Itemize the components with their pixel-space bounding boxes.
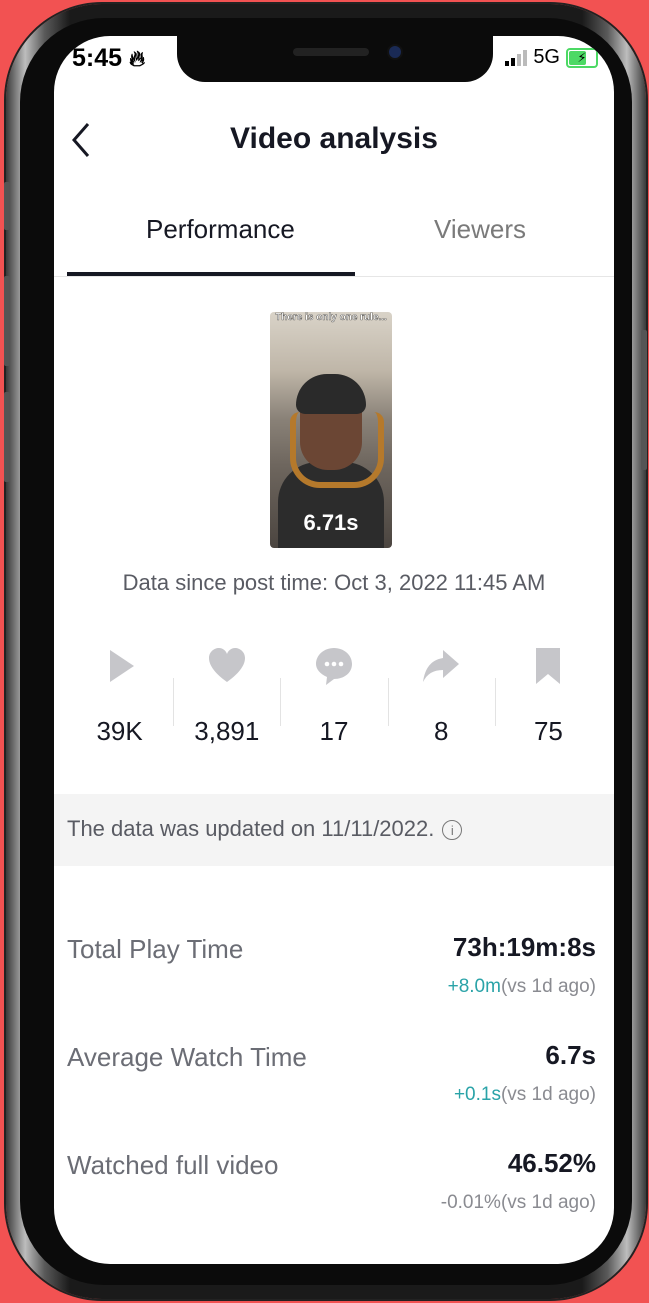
metric-watched-full-video: Watched full video 46.52% -0.01%(vs 1d a…	[67, 1142, 596, 1242]
stat-value: 39K	[96, 716, 143, 746]
stat-views: 39K	[66, 642, 173, 762]
status-indicators: 5G ⚡︎	[505, 46, 598, 69]
metric-value: 73h:19m:8s	[452, 932, 596, 962]
video-thumbnail[interactable]: There is only one rule... 6.71s	[270, 312, 392, 548]
thumbnail-person-hat	[296, 374, 366, 414]
metric-value: 6.7s	[545, 1040, 596, 1070]
network-label: 5G	[533, 46, 560, 68]
stat-saves: 75	[494, 642, 602, 762]
tab-viewers[interactable]: Viewers	[434, 214, 526, 245]
heart-icon	[208, 648, 245, 682]
volume-down-button	[4, 392, 10, 482]
stat-value: 17	[319, 716, 349, 746]
engagement-stats: 39K 3,891 17 8 75	[66, 642, 602, 762]
video-duration: 6.71s	[303, 510, 359, 535]
active-tab-indicator	[67, 272, 355, 276]
battery-icon: ⚡︎	[566, 47, 598, 68]
play-icon	[109, 650, 134, 682]
camera-icon	[389, 46, 401, 58]
notice-text: The data was updated on 11/11/2022.	[67, 816, 435, 841]
data-since-text: Data since post time: Oct 3, 2022 11:45 …	[122, 570, 546, 595]
share-icon	[423, 650, 460, 682]
tab-bar: Performance Viewers	[54, 206, 614, 277]
data-update-notice: The data was updated on 11/11/2022. i	[54, 794, 614, 866]
header: Video analysis	[54, 116, 614, 164]
metric-label: Average Watch Time	[67, 1042, 307, 1072]
metric-total-play-time: Total Play Time 73h:19m:8s +8.0m(vs 1d a…	[67, 926, 596, 1026]
metric-delta: -0.01%(vs 1d ago)	[440, 1192, 596, 1213]
stat-value: 75	[533, 716, 563, 746]
stat-value: 3,891	[194, 716, 260, 746]
metric-label: Watched full video	[67, 1150, 279, 1180]
metric-delta: +0.1s(vs 1d ago)	[453, 1084, 596, 1105]
tab-performance[interactable]: Performance	[146, 214, 295, 245]
notch	[177, 36, 493, 82]
info-icon[interactable]: i	[442, 820, 463, 841]
metric-value: 46.52%	[507, 1148, 596, 1178]
stat-shares: 8	[387, 642, 495, 762]
metric-label: Total Play Time	[67, 934, 244, 964]
stat-value: 8	[433, 716, 449, 746]
status-time: 5:45 🔥︎	[72, 44, 146, 72]
stat-likes: 3,891	[173, 642, 280, 762]
bookmark-icon	[536, 648, 561, 684]
signal-icon	[505, 49, 528, 66]
page-title: Video analysis	[230, 122, 438, 155]
screen: 5:45 🔥︎ 5G ⚡︎ Video analysis Performance…	[54, 36, 614, 1264]
flame-icon: 🔥︎	[129, 46, 146, 71]
comment-icon	[316, 648, 352, 685]
power-button	[641, 330, 647, 470]
speaker	[293, 48, 369, 56]
stat-comments: 17	[280, 642, 387, 762]
volume-up-button	[4, 276, 10, 366]
side-button	[4, 182, 10, 230]
metric-delta: +8.0m(vs 1d ago)	[447, 976, 596, 997]
video-caption: There is only one rule...	[275, 312, 387, 323]
metric-average-watch-time: Average Watch Time 6.7s +0.1s(vs 1d ago)	[67, 1034, 596, 1134]
